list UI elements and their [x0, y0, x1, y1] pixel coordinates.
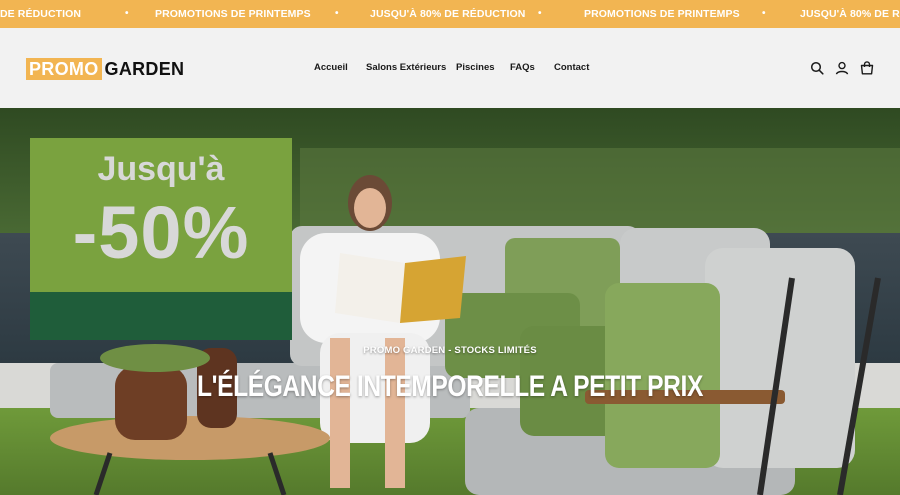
- search-icon[interactable]: [810, 61, 824, 75]
- nav-faqs[interactable]: FAQs: [510, 62, 535, 73]
- announcement-separator: •: [538, 8, 542, 19]
- discount-badge-bottom: [30, 292, 292, 340]
- discount-badge: Jusqu'à -50%: [30, 138, 292, 340]
- site-header: PROMO GARDEN Accueil Salons Extérieurs P…: [0, 28, 900, 108]
- announcement-separator: •: [335, 8, 339, 19]
- hero-subtitle: PROMO GARDEN - STOCKS LIMITÉS: [363, 345, 537, 356]
- account-icon[interactable]: [835, 61, 849, 75]
- nav-salons-exterieurs[interactable]: Salons Extérieurs: [366, 62, 446, 73]
- discount-badge-line2: -50%: [72, 191, 250, 274]
- logo-part-garden: GARDEN: [104, 59, 185, 79]
- announcement-text: PROMOTIONS DE PRINTEMPS: [584, 8, 740, 20]
- hero-title: L'ÉLÉGANCE INTEMPORELLE A PETIT PRIX: [197, 370, 703, 403]
- logo[interactable]: PROMO GARDEN: [26, 58, 184, 80]
- announcement-text: PROMOTIONS DE PRINTEMPS: [155, 8, 311, 20]
- discount-badge-line1: Jusqu'à: [97, 150, 225, 188]
- announcement-text: JUSQU'À 80% DE RÉDUC: [800, 8, 900, 20]
- cart-icon[interactable]: [860, 61, 874, 75]
- logo-part-promo: PROMO: [26, 58, 102, 80]
- announcement-text: JUSQU'À 80% DE RÉDUCTION: [370, 8, 526, 20]
- nav-accueil[interactable]: Accueil: [314, 62, 348, 73]
- nav-contact[interactable]: Contact: [554, 62, 589, 73]
- announcement-separator: •: [762, 8, 766, 19]
- announcement-bar: DE RÉDUCTION • PROMOTIONS DE PRINTEMPS •…: [0, 0, 900, 28]
- announcement-text: DE RÉDUCTION: [0, 8, 82, 20]
- hero-banner[interactable]: Jusqu'à -50% PROMO GARDEN - STOCKS LIMIT…: [0, 108, 900, 495]
- announcement-separator: •: [125, 8, 129, 19]
- nav-piscines[interactable]: Piscines: [456, 62, 495, 73]
